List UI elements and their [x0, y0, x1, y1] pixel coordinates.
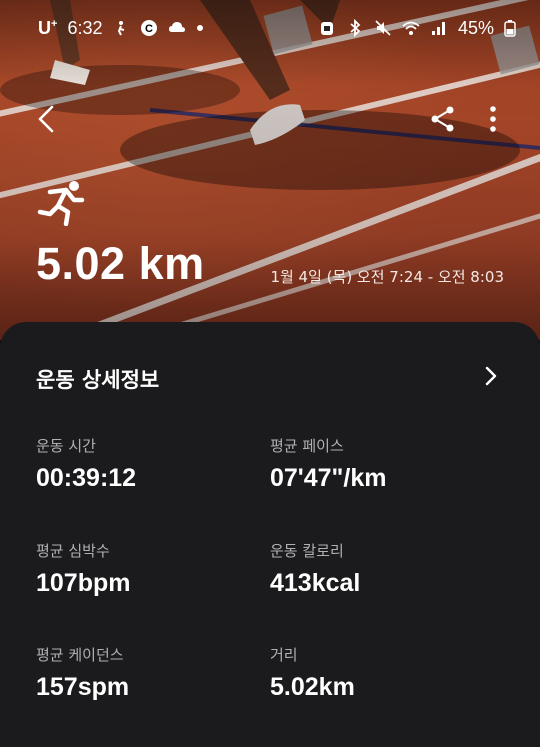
wifi-icon [402, 21, 420, 35]
more-vertical-icon[interactable] [478, 102, 508, 136]
metric-avg-cadence: 평균 케이던스 157spm [36, 644, 256, 702]
person-walk-icon [118, 21, 125, 36]
cloud-icon [169, 22, 186, 32]
metric-calories: 운동 칼로리 413kcal [270, 540, 490, 598]
bluetooth-icon [350, 19, 361, 37]
carrier-label: U+ [38, 17, 58, 38]
status-bar: U+ 6:32 C 45% [0, 0, 540, 56]
svg-text:C: C [146, 23, 154, 35]
metric-value: 00:39:12 [36, 464, 137, 492]
total-distance: 5.02 km [36, 238, 205, 289]
metric-label: 거리 [270, 646, 298, 664]
signal-icon [431, 22, 445, 35]
details-title[interactable]: 운동 상세정보 [36, 364, 159, 394]
metric-label: 운동 칼로리 [270, 542, 344, 560]
chevron-right-icon[interactable] [478, 362, 504, 390]
metric-label: 평균 케이던스 [36, 646, 124, 664]
status-time: 6:32 [67, 17, 103, 38]
alarm-icon [320, 22, 333, 35]
running-icon [37, 181, 85, 226]
metric-value: 07'47"/km [270, 464, 387, 492]
metric-avg-heart-rate: 평균 심박수 107bpm [36, 540, 256, 598]
metric-label: 평균 페이스 [270, 437, 344, 455]
metric-value: 5.02km [270, 673, 355, 701]
back-arrow-icon[interactable] [30, 102, 64, 136]
workout-datetime: 1월 4일 (목) 오전 7:24 - 오전 8:03 [270, 268, 504, 286]
battery-icon [504, 20, 516, 37]
metric-distance: 거리 5.02km [270, 644, 490, 702]
metric-avg-pace: 평균 페이스 07'47"/km [270, 435, 490, 493]
battery-percent: 45% [457, 17, 494, 38]
workout-details-card: 운동 상세정보 운동 시간 00:39:12 평균 페이스 07'47"/km … [0, 322, 540, 747]
metric-duration: 운동 시간 00:39:12 [36, 435, 256, 493]
metric-label: 평균 심박수 [36, 542, 110, 560]
share-icon[interactable] [428, 104, 458, 134]
metric-label: 운동 시간 [36, 437, 96, 455]
metric-value: 107bpm [36, 569, 131, 597]
dot-icon [197, 25, 204, 31]
metric-value: 157spm [36, 673, 130, 701]
c-badge-icon: C [141, 20, 158, 36]
top-app-bar [0, 96, 540, 144]
mute-icon [375, 20, 391, 36]
metric-value: 413kcal [270, 569, 361, 597]
